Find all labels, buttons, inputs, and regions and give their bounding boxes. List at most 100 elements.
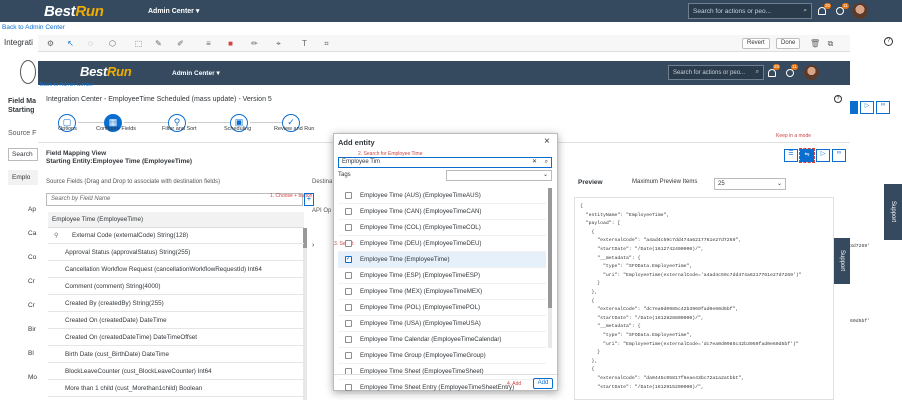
- clear-icon[interactable]: ✕: [532, 158, 537, 167]
- source-field-row[interactable]: Created On (createdDate) DateTime: [48, 313, 304, 329]
- inner-page-title: Integration Center - EmployeeTime Schedu…: [46, 96, 272, 103]
- inner-app-title[interactable]: Admin Center ▾: [172, 69, 220, 77]
- search-icon[interactable]: ⌕: [545, 158, 548, 167]
- outer-left-row: Bl: [28, 350, 34, 357]
- source-field-row[interactable]: Approval Status (approvalStatus) String(…: [48, 245, 304, 261]
- source-field-row[interactable]: BlockLeaveCounter (cust_BlockLeaveCounte…: [48, 364, 304, 380]
- source-field-row[interactable]: Created By (createdBy) String(255): [48, 296, 304, 312]
- cursor-icon[interactable]: ⌖: [274, 39, 283, 48]
- help-icon[interactable]: ?: [884, 37, 893, 46]
- outer-support-tab[interactable]: Support: [884, 184, 902, 240]
- dialog-scrollbar[interactable]: [548, 188, 552, 348]
- inner-bell-icon[interactable]: [768, 69, 776, 77]
- checkbox-icon[interactable]: [345, 304, 352, 311]
- inner-user-avatar[interactable]: [804, 65, 819, 80]
- outer-search-input[interactable]: Search: [8, 148, 38, 161]
- entity-list-item[interactable]: Employee Time (COL) (EmployeeTimeCOL): [338, 220, 546, 236]
- entity-list-item[interactable]: Employee Time (AUS) (EmployeeTimeAUS): [338, 188, 546, 204]
- json-line: "startDate": "/Date(1612828800000)/",: [580, 315, 704, 321]
- expand-chevron-icon[interactable]: ›: [312, 242, 314, 249]
- text-icon[interactable]: T: [300, 39, 309, 48]
- app-title[interactable]: Admin Center ▾: [148, 7, 199, 15]
- source-field-row[interactable]: More than 1 child (cust_Morethan1child) …: [48, 381, 304, 397]
- checkbox-icon[interactable]: [345, 288, 352, 295]
- outer-shell-header: BestRun Admin Center ▾ Search for action…: [0, 0, 902, 22]
- checkbox-icon[interactable]: [345, 192, 352, 199]
- play-icon[interactable]: ▷: [816, 149, 830, 162]
- user-avatar[interactable]: [852, 3, 868, 19]
- settings-icon[interactable]: ⚙: [46, 39, 55, 48]
- entity-list-item[interactable]: Employee Time (ESP) (EmployeeTimeESP): [338, 268, 546, 284]
- entity-list-item[interactable]: Employee Time Group (EmployeeTimeGroup): [338, 348, 546, 364]
- lasso-icon[interactable]: ◌: [86, 39, 95, 48]
- checkbox-icon[interactable]: [345, 320, 352, 327]
- entity-list-item[interactable]: Employee Time Sheet (EmployeeTimeSheet): [338, 364, 546, 380]
- step-configure-fields-label[interactable]: Configure Fields: [96, 126, 136, 132]
- back-link[interactable]: Back to Admin Center: [2, 24, 65, 31]
- shape-icon[interactable]: ⬡: [108, 39, 117, 48]
- outer-left-row: Mo: [28, 374, 38, 381]
- checkbox-icon[interactable]: [345, 240, 352, 247]
- entity-search-input[interactable]: Employee Tim ✕ ⌕: [338, 157, 552, 168]
- source-field-row[interactable]: Birth Date (cust_BirthDate) DateTime: [48, 347, 304, 363]
- dialog-footer-divider: [334, 374, 557, 375]
- entity-list-item[interactable]: Employee Time (CAN) (EmployeeTimeCAN): [338, 204, 546, 220]
- global-search-input[interactable]: Search for actions or peo... ⌕: [688, 3, 812, 19]
- checkbox-checked-icon[interactable]: ✓: [345, 256, 352, 263]
- entity-list-item[interactable]: ✓ Employee Time (EmployeeTime): [338, 252, 546, 268]
- inner-company-logo[interactable]: BestRun: [80, 64, 132, 79]
- checkbox-icon[interactable]: [345, 208, 352, 215]
- inner-global-search[interactable]: Search for actions or peo... ⌕: [668, 65, 764, 80]
- inner-alert-icon[interactable]: [786, 69, 794, 77]
- checkbox-icon[interactable]: [345, 384, 352, 391]
- frame-icon[interactable]: ⬚: [134, 39, 143, 48]
- source-field-row[interactable]: External Code (externalCode) String(128): [48, 228, 304, 244]
- entity-list-item[interactable]: Employee Time (MEX) (EmployeeTimeMEX): [338, 284, 546, 300]
- pen-icon[interactable]: ✎: [154, 39, 163, 48]
- add-entity-plus-button[interactable]: +: [304, 193, 314, 206]
- trash-icon[interactable]: 🗑: [810, 39, 820, 48]
- copy-icon[interactable]: ⧉: [826, 39, 835, 48]
- source-field-row[interactable]: Comment (comment) String(4000): [48, 279, 304, 295]
- outer-play-icon[interactable]: ▷: [860, 101, 874, 114]
- draw-icon[interactable]: ✏: [250, 39, 259, 48]
- binoculars-icon[interactable]: ∞: [832, 149, 846, 162]
- inner-back-link[interactable]: Back to Admin Center: [40, 82, 93, 88]
- add-button[interactable]: Add: [533, 378, 553, 389]
- source-field-row[interactable]: Created On (createdDateTime) DateTimeOff…: [48, 330, 304, 346]
- company-logo[interactable]: BestRun: [44, 3, 104, 20]
- checkbox-icon[interactable]: [345, 336, 352, 343]
- support-tab[interactable]: Support: [834, 238, 850, 284]
- step-review-label[interactable]: Review and Run: [274, 126, 314, 132]
- json-line: "type": "SFOData.EmployeeTime",: [580, 264, 693, 270]
- record-icon[interactable]: ■: [226, 39, 235, 48]
- step-filter-label[interactable]: Filter and Sort: [162, 126, 197, 132]
- revert-button[interactable]: Revert: [742, 38, 770, 49]
- entity-list-item[interactable]: Employee Time (POL) (EmployeeTimePOL): [338, 300, 546, 316]
- entity-list-item[interactable]: Employee Time Calendar (EmployeeTimeCale…: [338, 332, 546, 348]
- inner-help-icon[interactable]: ?: [834, 95, 842, 103]
- checkbox-icon[interactable]: [345, 224, 352, 231]
- table-mode-icon[interactable]: ☰: [784, 149, 798, 162]
- notification-badge: 20: [824, 3, 832, 9]
- source-field-row[interactable]: Cancellation Workflow Request (cancellat…: [48, 262, 304, 278]
- step-options-label[interactable]: Options: [58, 126, 77, 132]
- done-button[interactable]: Done: [776, 38, 801, 49]
- json-line: "uri": "EmployeeTime(externalCode='dc7ea…: [580, 341, 799, 347]
- pointer-icon[interactable]: ↖: [66, 39, 75, 48]
- tags-select[interactable]: ⌄: [446, 170, 552, 181]
- checkbox-icon[interactable]: [345, 352, 352, 359]
- max-preview-select[interactable]: 25 ⌄: [714, 178, 786, 190]
- entity-list-item[interactable]: Employee Time (USA) (EmployeeTimeUSA): [338, 316, 546, 332]
- outer-binoculars-icon[interactable]: ∞: [876, 101, 890, 114]
- field-search-input[interactable]: Search by Field Name: [46, 193, 303, 206]
- crop-icon[interactable]: ⌗: [322, 39, 331, 48]
- entity-list-item[interactable]: Employee Time (DEU) (EmployeeTimeDEU): [338, 236, 546, 252]
- lines-icon[interactable]: ≡: [204, 39, 213, 48]
- brush-icon[interactable]: ✐: [176, 39, 185, 48]
- mapping-mode-icon[interactable]: ⇋: [799, 148, 815, 163]
- close-icon[interactable]: ×: [544, 136, 550, 147]
- step-scheduling-label[interactable]: Scheduling: [224, 126, 251, 132]
- checkbox-icon[interactable]: [345, 272, 352, 279]
- editor-toolbar: ⚙ ↖ ◌ ⬡ ⬚ ✎ ✐ ≡ ■ ✏ ⌖ T ⌗ Revert Done 🗑 …: [38, 35, 850, 52]
